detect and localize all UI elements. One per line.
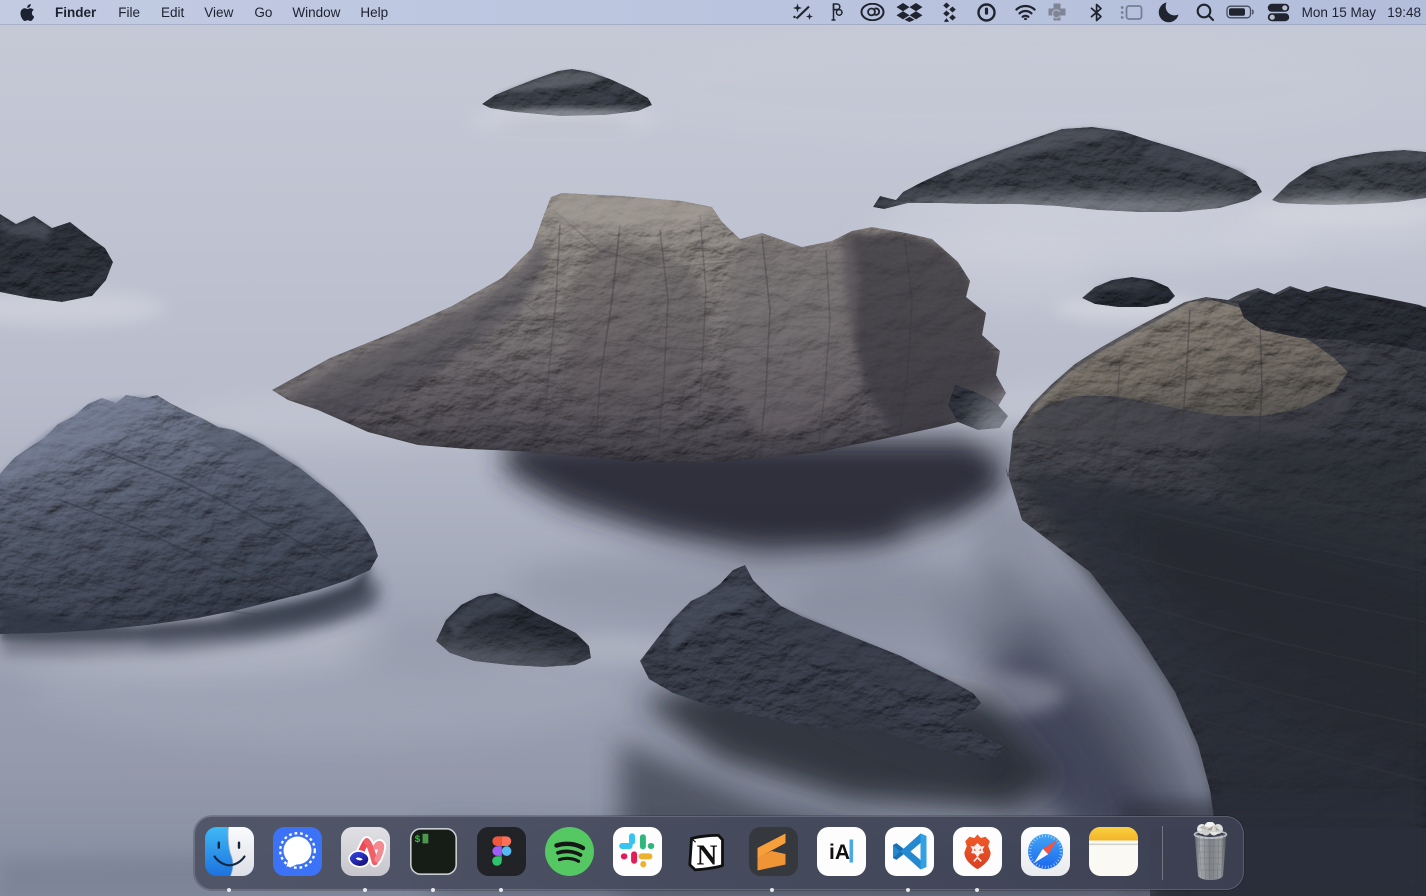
svg-text:iA: iA [829,841,850,864]
svg-text:$: $ [414,834,420,846]
svg-text:N: N [696,840,717,872]
